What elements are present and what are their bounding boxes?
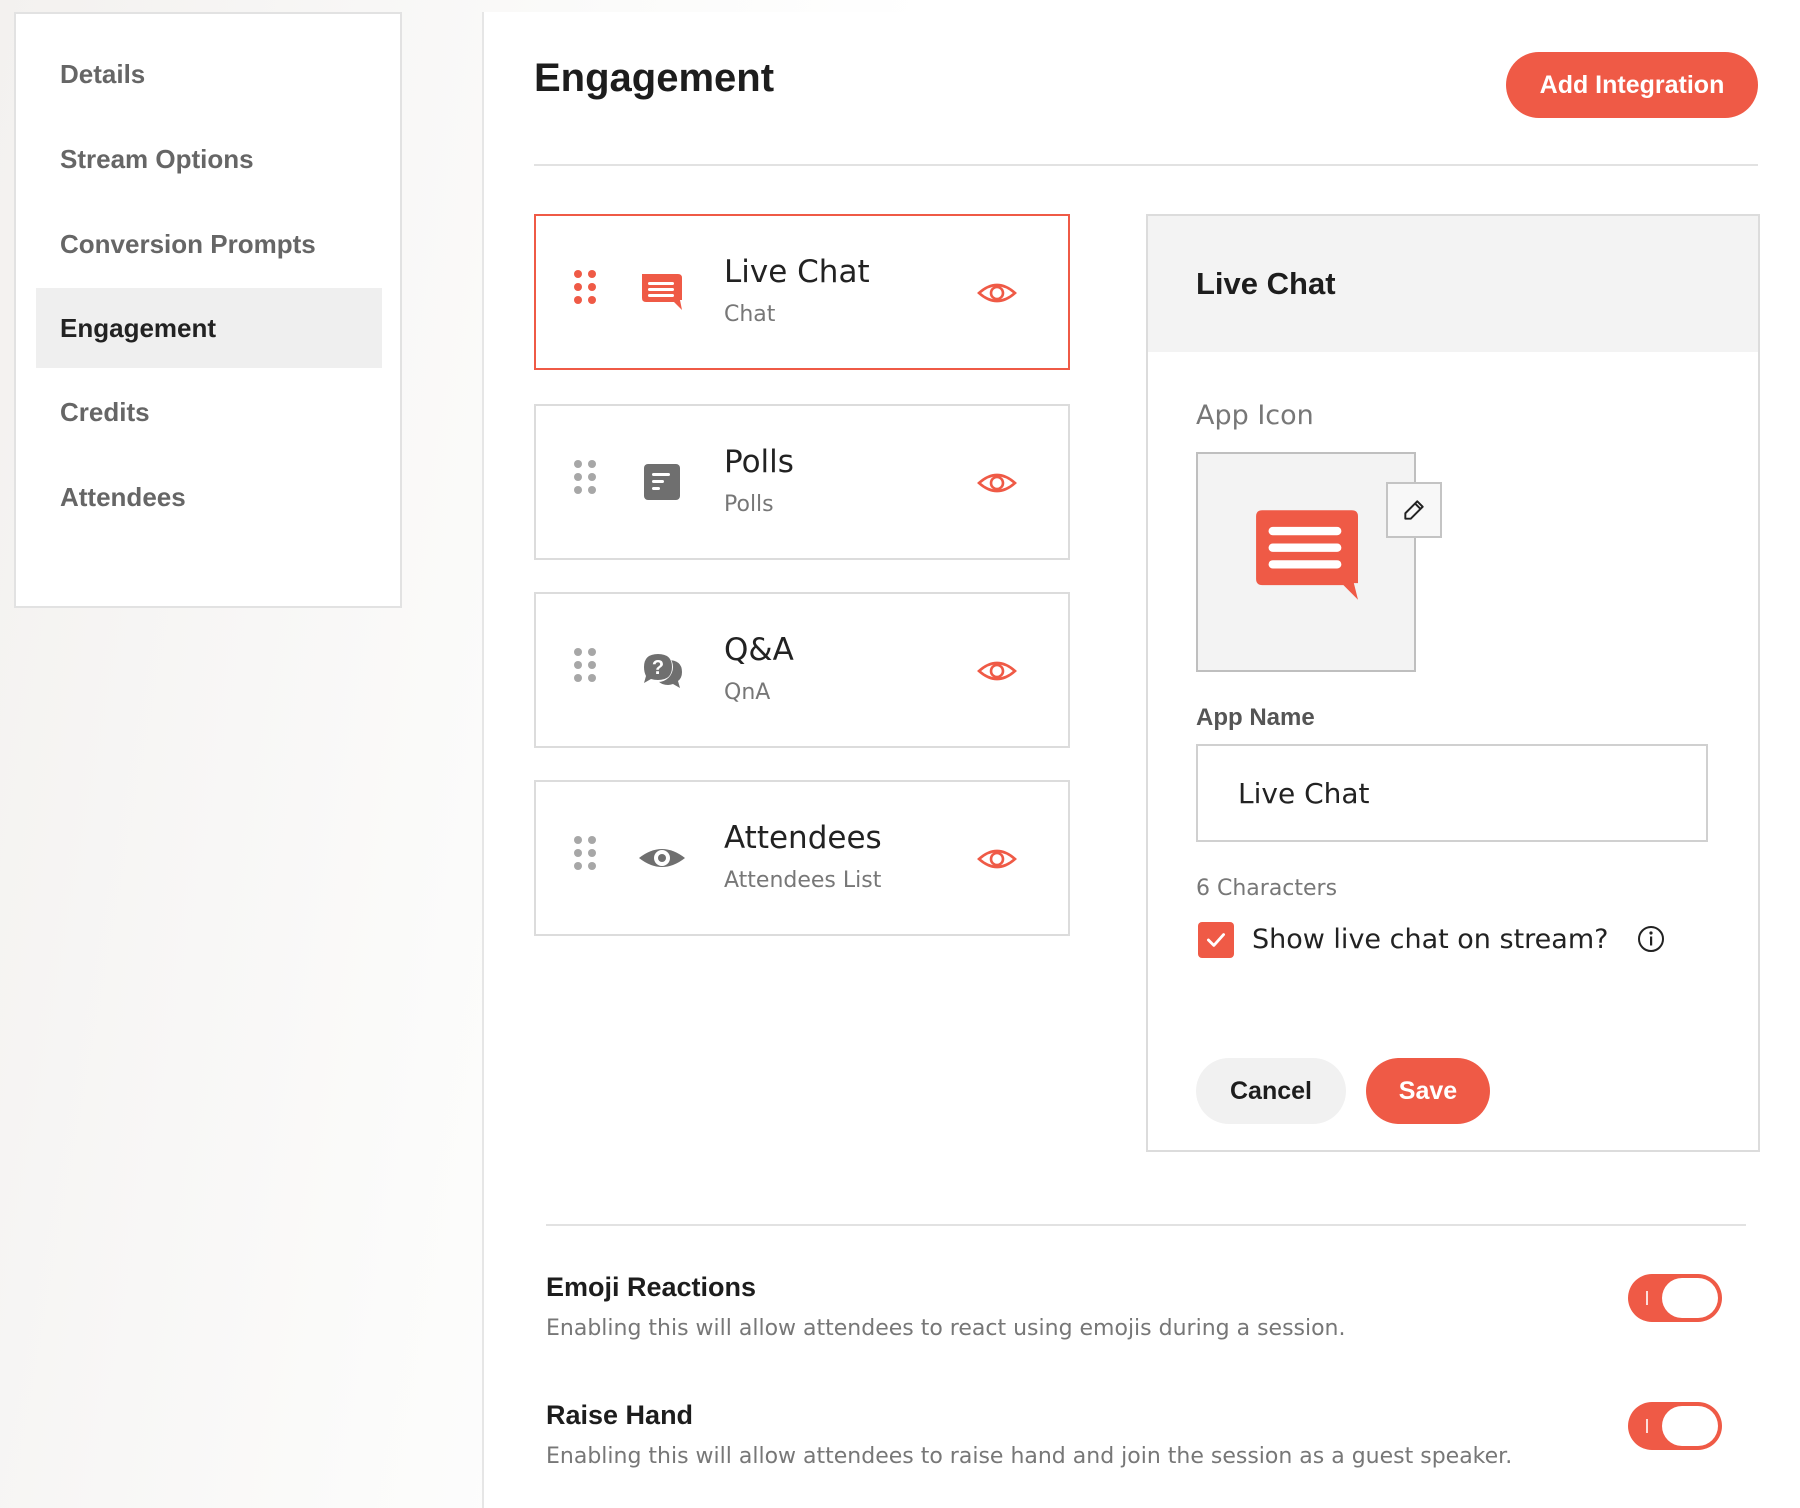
sidebar-item-engagement[interactable]: Engagement bbox=[36, 288, 382, 368]
app-card-title: Attendees bbox=[724, 820, 882, 856]
drag-handle-icon[interactable] bbox=[574, 460, 596, 500]
show-on-stream-checkbox[interactable] bbox=[1198, 922, 1234, 958]
detail-title: Live Chat bbox=[1196, 266, 1336, 301]
add-integration-button[interactable]: Add Integration bbox=[1506, 52, 1758, 118]
app-card-live-chat[interactable]: Live Chat Chat bbox=[534, 214, 1070, 370]
show-on-stream-label[interactable]: Show live chat on stream? bbox=[1252, 924, 1608, 955]
raise-hand-title: Raise Hand bbox=[546, 1400, 694, 1430]
app-card-subtitle: Polls bbox=[724, 492, 774, 517]
app-icon-preview bbox=[1196, 452, 1416, 672]
sidebar-item-stream-options[interactable]: Stream Options bbox=[36, 119, 382, 199]
visibility-eye-icon[interactable] bbox=[976, 838, 1018, 880]
detail-header: Live Chat bbox=[1148, 216, 1758, 352]
app-name-input[interactable] bbox=[1196, 744, 1708, 842]
info-icon[interactable] bbox=[1636, 924, 1666, 954]
drag-handle-icon[interactable] bbox=[574, 648, 596, 688]
sidebar-item-details[interactable]: Details bbox=[36, 34, 382, 114]
eye-icon bbox=[639, 849, 685, 867]
visibility-eye-icon[interactable] bbox=[976, 272, 1018, 314]
svg-text:?: ? bbox=[652, 657, 664, 679]
emoji-reactions-title: Emoji Reactions bbox=[546, 1272, 757, 1302]
save-button[interactable]: Save bbox=[1366, 1058, 1490, 1124]
edit-icon-button[interactable] bbox=[1386, 482, 1442, 538]
app-card-subtitle: QnA bbox=[724, 680, 771, 705]
emoji-reactions-toggle[interactable] bbox=[1628, 1274, 1722, 1322]
character-count: 6 Characters bbox=[1196, 876, 1338, 901]
chat-bubble-icon bbox=[1256, 510, 1358, 600]
app-card-subtitle: Chat bbox=[724, 302, 776, 327]
app-card-subtitle: Attendees List bbox=[724, 868, 882, 893]
app-card-polls[interactable]: Polls Polls bbox=[534, 404, 1070, 560]
app-icon-label: App Icon bbox=[1196, 400, 1314, 431]
app-card-title: Live Chat bbox=[724, 254, 870, 290]
polls-icon bbox=[644, 464, 680, 500]
app-card-title: Q&A bbox=[724, 632, 794, 668]
main-panel: Engagement Add Integration Live Chat Cha… bbox=[482, 12, 1800, 1508]
drag-handle-icon[interactable] bbox=[574, 270, 596, 310]
emoji-reactions-description: Enabling this will allow attendees to re… bbox=[546, 1316, 1346, 1341]
header-divider bbox=[534, 164, 1758, 166]
checkmark-icon bbox=[1207, 933, 1225, 947]
qna-icon: ? bbox=[643, 652, 682, 688]
raise-hand-toggle[interactable] bbox=[1628, 1402, 1722, 1450]
visibility-eye-icon[interactable] bbox=[976, 650, 1018, 692]
drag-handle-icon[interactable] bbox=[574, 836, 596, 876]
app-detail-panel: Live Chat App Icon App Name 6 Characters… bbox=[1146, 214, 1760, 1152]
chat-bubble-icon bbox=[642, 274, 682, 310]
cancel-button[interactable]: Cancel bbox=[1196, 1058, 1346, 1124]
pencil-icon bbox=[1404, 500, 1424, 520]
sidebar-item-attendees[interactable]: Attendees bbox=[36, 457, 382, 537]
raise-hand-description: Enabling this will allow attendees to ra… bbox=[546, 1444, 1513, 1469]
app-card-attendees[interactable]: Attendees Attendees List bbox=[534, 780, 1070, 936]
app-card-title: Polls bbox=[724, 444, 794, 480]
app-name-label: App Name bbox=[1196, 704, 1315, 731]
sidebar-item-conversion-prompts[interactable]: Conversion Prompts bbox=[36, 204, 382, 284]
app-card-qna[interactable]: ? Q&A QnA bbox=[534, 592, 1070, 748]
page-title: Engagement bbox=[534, 56, 775, 100]
settings-sidebar: Details Stream Options Conversion Prompt… bbox=[14, 12, 402, 608]
visibility-eye-icon[interactable] bbox=[976, 462, 1018, 504]
sidebar-item-credits[interactable]: Credits bbox=[36, 372, 382, 452]
section-divider bbox=[546, 1224, 1746, 1226]
